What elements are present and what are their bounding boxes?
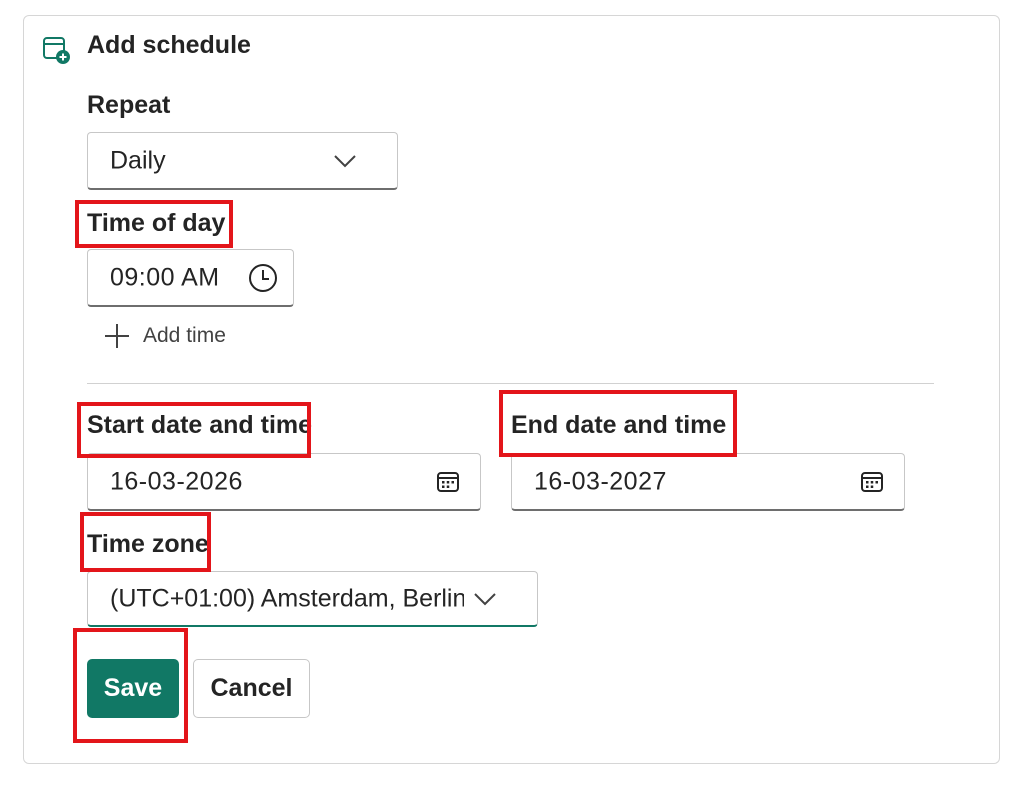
- repeat-value: Daily: [110, 146, 166, 174]
- time-zone-label: Time zone: [87, 530, 209, 558]
- time-zone-text-clip: (UTC+01:00) Amsterdam, Berlin, B: [88, 572, 464, 625]
- save-button[interactable]: Save: [87, 659, 179, 718]
- calendar-icon[interactable]: [860, 470, 884, 494]
- time-of-day-value: 09:00 AM: [110, 263, 220, 291]
- plus-icon: [105, 324, 129, 348]
- cancel-button[interactable]: Cancel: [193, 659, 310, 718]
- repeat-label: Repeat: [87, 91, 171, 119]
- start-date-input[interactable]: 16-03-2026: [87, 453, 481, 511]
- end-date-value: 16-03-2027: [534, 467, 667, 495]
- add-time-button[interactable]: Add time: [103, 322, 226, 350]
- section-divider: [87, 383, 934, 384]
- chevron-down-icon: [334, 154, 356, 167]
- add-time-label: Add time: [143, 324, 226, 347]
- time-of-day-label: Time of day: [87, 209, 226, 237]
- end-date-input[interactable]: 16-03-2027: [511, 453, 905, 511]
- chevron-down-icon: [474, 592, 496, 605]
- panel-title: Add schedule: [87, 31, 251, 59]
- calendar-icon[interactable]: [436, 470, 460, 494]
- time-zone-value: (UTC+01:00) Amsterdam, Berlin, B: [110, 584, 464, 612]
- start-date-value: 16-03-2026: [110, 467, 243, 495]
- end-date-label: End date and time: [511, 411, 727, 439]
- add-schedule-panel: [23, 15, 1000, 764]
- calendar-add-icon: [43, 37, 70, 64]
- time-zone-dropdown[interactable]: (UTC+01:00) Amsterdam, Berlin, B: [87, 571, 538, 627]
- clock-icon[interactable]: [248, 263, 278, 293]
- start-date-label: Start date and time: [87, 411, 313, 439]
- repeat-dropdown[interactable]: Daily: [87, 132, 398, 190]
- time-of-day-input[interactable]: 09:00 AM: [87, 249, 294, 307]
